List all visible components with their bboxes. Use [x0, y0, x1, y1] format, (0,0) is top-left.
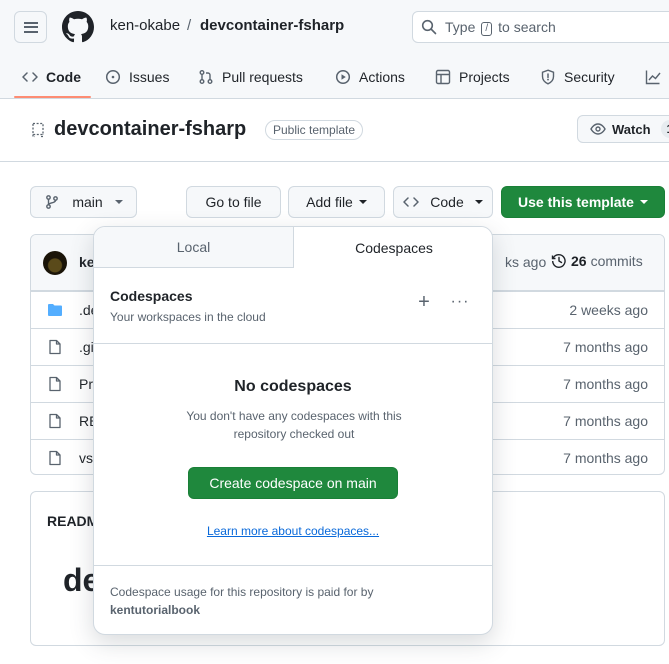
- readme-tab[interactable]: READM: [47, 513, 98, 529]
- avatar[interactable]: [43, 251, 67, 275]
- menu-icon: [23, 21, 38, 33]
- chevron-down-icon: [114, 200, 123, 204]
- commit-count: 26: [571, 253, 587, 269]
- codespaces-subtitle: Your workspaces in the cloud: [110, 310, 266, 324]
- table-icon: [435, 69, 451, 84]
- code-icon: [22, 71, 38, 82]
- graph-icon: [645, 70, 661, 84]
- file-date: 7 months ago: [563, 450, 648, 466]
- public-template-badge: Public template: [265, 120, 364, 140]
- tab-pull-requests[interactable]: Pull requests: [198, 55, 303, 98]
- search-shortcut-key: /: [481, 22, 493, 36]
- tab-codespaces[interactable]: Codespaces: [294, 227, 492, 268]
- watch-button[interactable]: Watch 1: [577, 115, 669, 143]
- code-dropdown-panel: Local Codespaces Codespaces Your workspa…: [93, 226, 493, 635]
- file-icon: [49, 339, 61, 355]
- file-icon: [49, 376, 61, 392]
- tab-security[interactable]: Security: [540, 55, 615, 98]
- file-date: 2 weeks ago: [569, 302, 648, 318]
- hamburger-menu-button[interactable]: [14, 11, 47, 43]
- codespaces-title: Codespaces: [110, 288, 193, 304]
- commits-label: commits: [590, 253, 643, 269]
- tab-actions[interactable]: Actions: [335, 55, 405, 98]
- add-file-button[interactable]: Add file: [288, 186, 385, 218]
- add-file-label: Add file: [306, 194, 353, 210]
- pull-request-icon: [199, 69, 213, 84]
- repo-template-icon: [32, 122, 44, 138]
- chevron-down-icon: [358, 200, 367, 204]
- search-icon: [421, 19, 437, 35]
- plus-icon[interactable]: +: [414, 292, 434, 312]
- branch-select-button[interactable]: main: [30, 186, 137, 218]
- folder-icon: [48, 304, 62, 316]
- use-template-label: Use this template: [518, 194, 634, 210]
- repo-nav-tabs: Code Issues Pull requests Actions Projec…: [0, 55, 669, 98]
- shield-icon: [541, 68, 555, 85]
- codespaces-footer: Codespace usage for this repository is p…: [94, 565, 492, 634]
- go-to-file-button[interactable]: Go to file: [186, 186, 281, 218]
- chevron-down-icon: [474, 200, 483, 204]
- branch-icon: [46, 195, 59, 209]
- branch-name: main: [72, 194, 103, 210]
- github-logo-icon[interactable]: [62, 11, 94, 43]
- chevron-down-icon: [639, 200, 648, 204]
- kebab-horizontal-icon[interactable]: ···: [450, 292, 470, 312]
- history-icon: [551, 254, 566, 269]
- play-icon: [335, 69, 351, 84]
- file-date: 7 months ago: [563, 376, 648, 392]
- create-codespace-button[interactable]: Create codespace on main: [188, 467, 398, 499]
- learn-more-link[interactable]: Learn more about codespaces...: [94, 524, 492, 538]
- breadcrumb-separator: /: [187, 17, 192, 34]
- file-icon: [49, 450, 61, 466]
- file-icon: [49, 413, 61, 429]
- codespaces-header: Codespaces Your workspaces in the cloud …: [94, 268, 492, 344]
- tab-insights[interactable]: [645, 55, 661, 98]
- watch-count: 1: [660, 120, 669, 138]
- search-placeholder: Type / to search: [445, 19, 556, 36]
- commit-time: ks ago: [505, 254, 547, 270]
- file-name[interactable]: .gi: [79, 339, 94, 355]
- code-button-label: Code: [430, 194, 464, 210]
- code-button[interactable]: Code: [393, 186, 493, 218]
- issue-icon: [105, 69, 121, 84]
- billing-owner: kentutorialbook: [110, 603, 201, 617]
- breadcrumb-owner[interactable]: ken-okabe: [110, 17, 180, 34]
- watch-label: Watch: [612, 121, 651, 137]
- file-date: 7 months ago: [563, 339, 648, 355]
- use-template-button[interactable]: Use this template: [501, 186, 665, 218]
- tab-local[interactable]: Local: [94, 227, 294, 268]
- file-date: 7 months ago: [563, 413, 648, 429]
- empty-state-title: No codespaces: [234, 378, 352, 395]
- file-name[interactable]: vs: [79, 450, 93, 466]
- tab-projects[interactable]: Projects: [435, 55, 510, 98]
- code-icon: [403, 197, 420, 207]
- app-header: ken-okabe / devcontainer-fsharp Type / t…: [0, 0, 669, 99]
- code-dropdown-tabs: Local Codespaces: [94, 227, 492, 268]
- empty-state-description: You don't have any codespaces with this …: [186, 409, 402, 441]
- eye-icon: [590, 123, 606, 135]
- tab-code[interactable]: Code: [14, 55, 91, 98]
- repo-title[interactable]: devcontainer-fsharp: [54, 118, 246, 141]
- commits-link[interactable]: 26 commits: [551, 253, 643, 269]
- tab-issues[interactable]: Issues: [105, 55, 169, 98]
- breadcrumb-repo[interactable]: devcontainer-fsharp: [200, 17, 344, 34]
- search-input[interactable]: Type / to search: [412, 11, 669, 43]
- header-divider: [0, 161, 669, 162]
- file-name[interactable]: Pr: [79, 376, 93, 392]
- billing-note: Codespace usage for this repository is p…: [110, 585, 374, 617]
